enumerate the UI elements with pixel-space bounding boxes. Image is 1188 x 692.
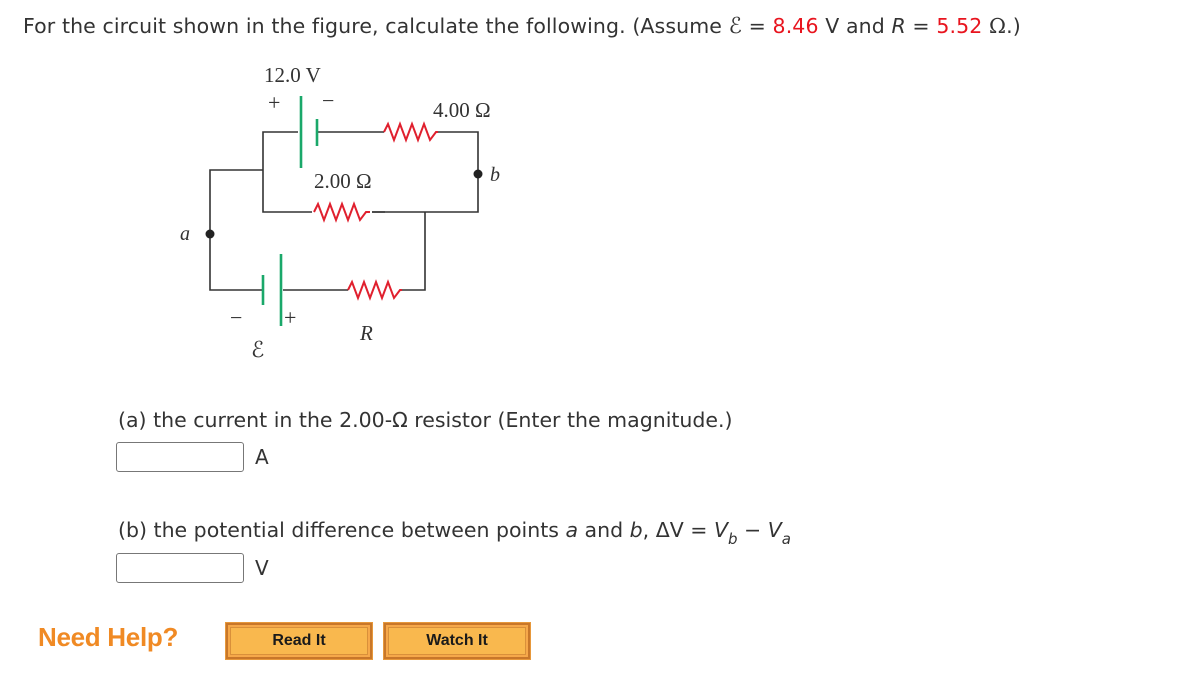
var-b: b	[629, 518, 643, 542]
battery-top-voltage-label: 12.0 V	[264, 63, 321, 87]
question-b-text: (b) the potential difference between poi…	[118, 518, 566, 542]
subscript-a: a	[781, 530, 791, 548]
answer-b-row: V	[116, 553, 269, 583]
prompt-close: .)	[1006, 14, 1021, 38]
equals-sign: =	[742, 14, 773, 38]
battery-bottom-minus: −	[230, 305, 242, 330]
point-b-label: b	[490, 164, 500, 186]
v-a: V	[767, 518, 782, 542]
r-symbol: R	[891, 14, 906, 38]
resistor-r-label: R	[359, 321, 373, 345]
battery-bottom-emf-label: ℰ	[251, 337, 264, 362]
answer-b-input[interactable]	[116, 553, 244, 583]
delta-v-eq: , ΔV =	[642, 518, 714, 542]
prompt-text-and: V and	[818, 14, 892, 38]
resistor-4ohm	[383, 121, 438, 143]
wire-left	[209, 169, 263, 291]
var-a: a	[565, 518, 579, 542]
resistor-4ohm-label: 4.00 Ω	[433, 98, 491, 122]
resistor-2ohm-label: 2.00 Ω	[314, 169, 372, 193]
equals-sign: =	[905, 14, 937, 38]
watch-it-button[interactable]: Watch It	[383, 622, 531, 660]
battery-top-minus: −	[322, 88, 334, 113]
v-b: V	[713, 518, 728, 542]
point-a-dot	[205, 229, 215, 239]
need-help-label: Need Help?	[38, 622, 179, 652]
battery-bottom-plus: +	[284, 305, 296, 330]
answer-a-input[interactable]	[116, 442, 244, 472]
read-it-button[interactable]: Read It	[225, 622, 373, 660]
minus-sign: −	[737, 518, 768, 542]
question-a-label: (a) the current in the 2.00-Ω resistor (…	[118, 408, 733, 432]
question-b-and: and	[578, 518, 630, 542]
question-b-label: (b) the potential difference between poi…	[118, 518, 791, 548]
answer-a-unit: A	[255, 445, 269, 469]
battery-top-plus: +	[268, 90, 280, 115]
answer-b-unit: V	[255, 556, 269, 580]
emf-value: 8.46	[772, 14, 819, 38]
r-value: 5.52	[936, 14, 983, 38]
point-b-dot	[473, 169, 483, 179]
wire-bottom-right	[402, 212, 426, 291]
circuit-diagram: 12.0 V + − 4.00 Ω 2.00 Ω R − + ℰ a b	[180, 63, 500, 362]
ohm-unit: Ω	[982, 14, 1007, 38]
emf-symbol: ℰ	[728, 14, 743, 39]
resistor-r	[347, 279, 402, 301]
answer-a-row: A	[116, 442, 269, 472]
point-a-label: a	[180, 223, 190, 245]
subscript-b: b	[727, 530, 738, 548]
wire-top-right	[368, 131, 479, 213]
